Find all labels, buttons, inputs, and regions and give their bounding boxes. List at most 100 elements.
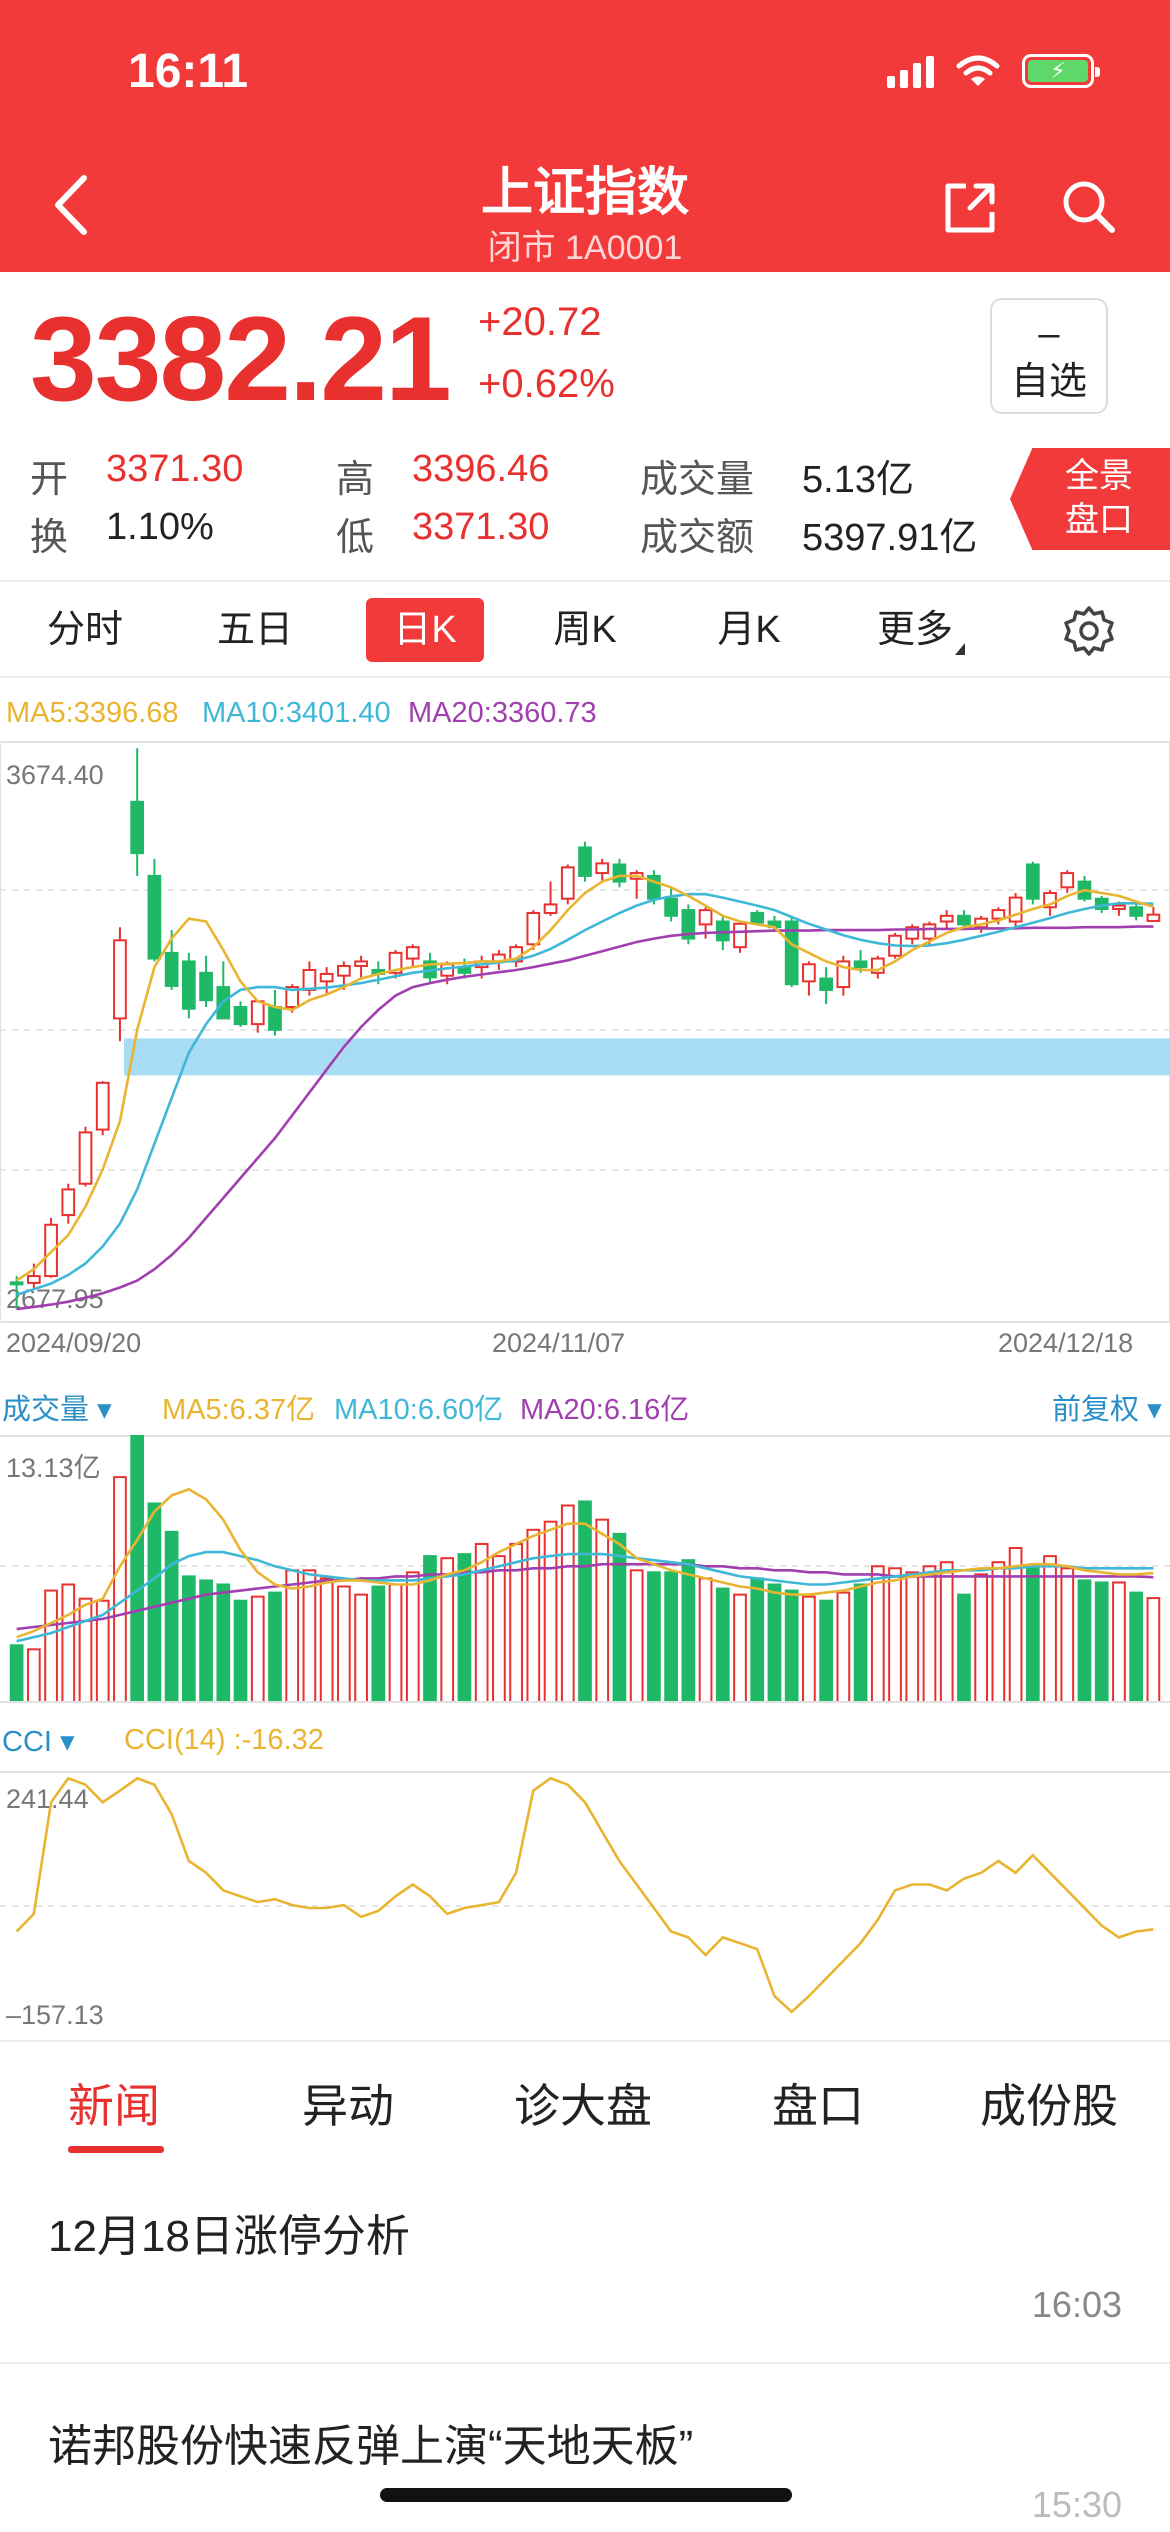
candle-body — [664, 897, 678, 917]
tab-order-book[interactable]: 盘口 — [772, 2070, 864, 2136]
volume-bar — [78, 1597, 93, 1703]
tab-daily-k[interactable]: 日K — [366, 598, 484, 662]
candle-body — [61, 1188, 76, 1217]
volume-bar — [1060, 1567, 1075, 1703]
news-title: 诺邦股份快速反弹上演“天地天板” — [48, 2422, 694, 2471]
candle-body — [405, 946, 420, 960]
candle-body — [9, 1281, 24, 1286]
panorama-label-2: 盘口 — [1065, 501, 1133, 539]
price-panel-frame — [0, 741, 1170, 1323]
candle-body — [578, 846, 592, 877]
battery-icon: ⚡ — [1022, 54, 1100, 88]
tab-intraday[interactable]: 分时 — [30, 598, 140, 662]
tab-movements[interactable]: 异动 — [302, 2070, 394, 2136]
volume-bar — [509, 1542, 523, 1704]
volume-bar — [302, 1569, 317, 1703]
volume-bar — [802, 1595, 816, 1703]
volume-bar — [440, 1557, 455, 1704]
status-icons: ⚡ — [887, 54, 1100, 88]
volume-bar — [319, 1577, 334, 1703]
volume-bar — [1146, 1597, 1161, 1703]
tab-monthly-k[interactable]: 月K — [694, 598, 804, 662]
tab-news[interactable]: 新闻 — [68, 2070, 160, 2136]
volume-bar — [543, 1520, 558, 1703]
app-header: 16:11 ⚡ 上证指数 闭市 1A0001 — [0, 0, 1170, 272]
volume-bar — [939, 1561, 954, 1703]
volume-bar — [61, 1583, 76, 1703]
divider — [0, 580, 1170, 582]
divider — [0, 676, 1170, 678]
volume-bar — [560, 1504, 575, 1703]
volume-bar — [181, 1575, 196, 1704]
volume-bar — [1025, 1567, 1040, 1703]
minus-icon: – — [1038, 313, 1060, 355]
volume-bar — [147, 1502, 162, 1703]
stat-value-turnover-rate: 1.10% — [106, 506, 214, 548]
gear-icon[interactable] — [1062, 604, 1116, 658]
volume-bar — [819, 1599, 833, 1703]
stat-value-volume: 5.13亿 — [802, 459, 914, 501]
candle-body — [560, 866, 575, 900]
volume-bar — [578, 1500, 592, 1703]
candle-body — [853, 960, 868, 969]
price-change-pct: +0.62% — [478, 362, 615, 406]
wifi-icon — [956, 55, 1000, 86]
volume-bar — [1077, 1579, 1092, 1703]
volume-bar — [1094, 1581, 1109, 1703]
volume-bar — [853, 1583, 868, 1703]
stat-label-low: 低 — [336, 517, 375, 559]
tab-five-day[interactable]: 五日 — [200, 598, 310, 662]
volume-bar — [595, 1518, 610, 1703]
dropdown-triangle-icon — [955, 643, 965, 655]
candle-body — [233, 1006, 248, 1026]
candle-body — [147, 874, 162, 960]
tab-diagnosis[interactable]: 诊大盘 — [514, 2070, 652, 2136]
candle-body — [113, 939, 127, 1020]
volume-bar — [457, 1553, 472, 1703]
volume-bar — [164, 1530, 179, 1703]
volume-bar — [784, 1589, 799, 1704]
volume-bar — [44, 1589, 58, 1704]
volume-bar — [681, 1559, 696, 1704]
news-title: 12月18日涨停分析 — [48, 2212, 410, 2261]
candle-body — [1060, 872, 1075, 889]
panorama-button[interactable]: 全景 盘口 — [1010, 448, 1170, 550]
volume-bar — [612, 1532, 627, 1703]
add-watchlist-button[interactable]: – 自选 — [990, 298, 1108, 414]
candle-body — [302, 968, 317, 991]
volume-bar — [1043, 1555, 1057, 1704]
ma10-line — [16, 892, 1154, 1297]
candle-body — [337, 964, 351, 977]
share-icon[interactable] — [940, 178, 1000, 238]
stat-label-volume: 成交量 — [640, 459, 755, 501]
candle-body — [319, 972, 334, 983]
candle-body — [95, 1081, 110, 1131]
volume-bar — [371, 1585, 386, 1704]
candle-body — [26, 1275, 41, 1284]
stat-label-amount: 成交额 — [640, 517, 755, 559]
kline-chart[interactable] — [0, 680, 1170, 2040]
divider — [0, 2040, 1170, 2042]
candle-body — [181, 960, 196, 1010]
volume-bar — [870, 1565, 885, 1703]
stat-value-open: 3371.30 — [106, 448, 244, 490]
status-time: 16:11 — [128, 45, 249, 98]
candle-body — [595, 862, 610, 875]
volume-bar — [388, 1583, 403, 1703]
stat-label-turnover-rate: 换 — [30, 517, 69, 559]
volume-bar — [767, 1583, 782, 1703]
candle-body — [130, 800, 145, 855]
news-time: 15:30 — [1031, 2484, 1122, 2525]
volume-bar — [9, 1644, 24, 1703]
search-icon[interactable] — [1058, 176, 1118, 236]
candle-body — [612, 863, 627, 883]
tab-constituents[interactable]: 成份股 — [980, 2070, 1118, 2136]
tab-more[interactable]: 更多 — [860, 598, 970, 662]
tab-weekly-k[interactable]: 周K — [530, 598, 640, 662]
volume-bar — [199, 1579, 213, 1703]
volume-bar — [647, 1571, 661, 1704]
candle-body — [1129, 906, 1144, 917]
stat-value-amount: 5397.91亿 — [802, 517, 978, 559]
candle-body — [78, 1131, 93, 1185]
price-change: +20.72 — [478, 300, 602, 344]
